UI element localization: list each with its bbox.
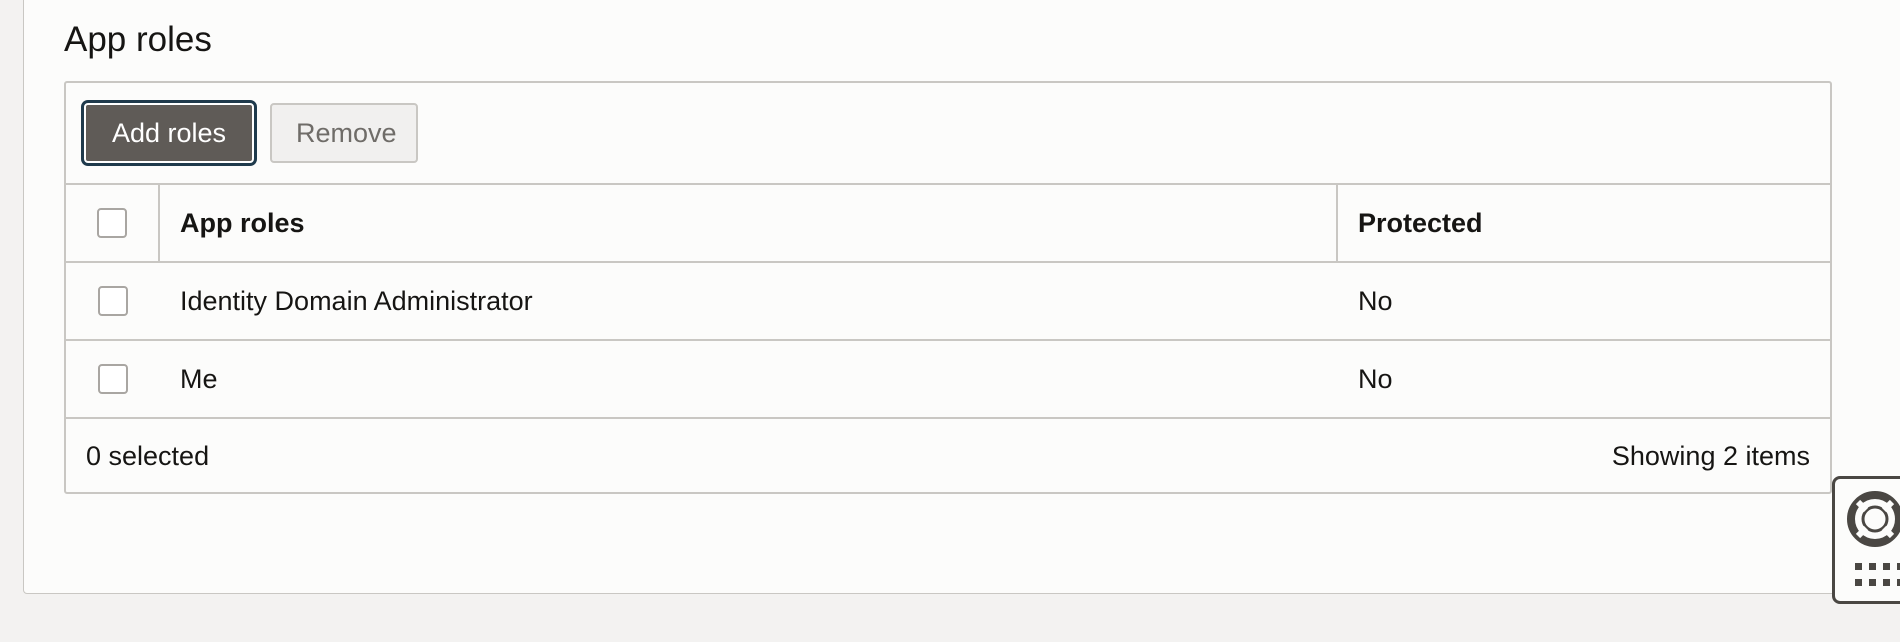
section-title: App roles <box>64 20 212 59</box>
roles-table: App roles Protected Identity Domain Admi… <box>66 185 1830 419</box>
row-checkbox[interactable] <box>98 286 128 316</box>
row-checkbox-cell <box>66 341 160 417</box>
header-checkbox-cell <box>66 185 160 261</box>
select-all-checkbox[interactable] <box>97 208 127 238</box>
items-count: Showing 2 items <box>1611 441 1810 471</box>
table-row: Identity Domain Administrator No <box>66 263 1830 341</box>
role-name-cell: Me <box>180 363 218 394</box>
table-footer: 0 selected Showing 2 items <box>66 419 1830 494</box>
selected-count: 0 selected <box>86 441 210 471</box>
table-toolbar: Add roles Remove <box>66 83 1830 185</box>
table-header-row: App roles Protected <box>66 185 1830 263</box>
column-header-app-roles[interactable]: App roles <box>160 185 1338 261</box>
role-name-cell: Identity Domain Administrator <box>180 285 533 316</box>
row-checkbox-cell <box>66 263 160 339</box>
column-header-protected[interactable]: Protected <box>1338 185 1830 261</box>
table-row: Me No <box>66 341 1830 419</box>
row-checkbox[interactable] <box>98 364 128 394</box>
help-widget <box>1832 476 1900 604</box>
add-roles-button[interactable]: Add roles <box>84 103 254 163</box>
protected-cell: No <box>1358 285 1393 316</box>
remove-button[interactable]: Remove <box>270 103 418 163</box>
lifebuoy-icon[interactable] <box>1845 489 1900 549</box>
grid-icon[interactable] <box>1855 563 1900 593</box>
protected-cell: No <box>1358 363 1393 394</box>
app-roles-table-card: Add roles Remove App roles Protected Ide… <box>64 81 1832 494</box>
